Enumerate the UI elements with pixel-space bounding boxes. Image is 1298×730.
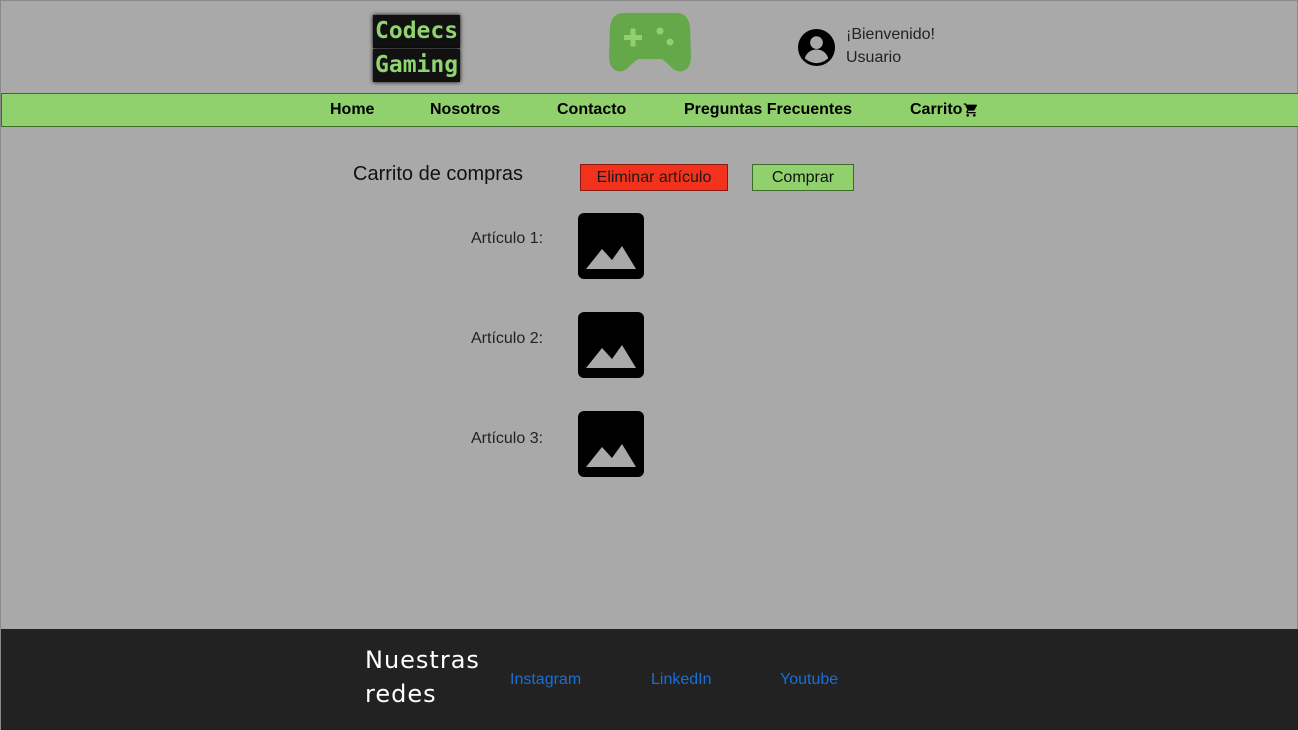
nav-contacto[interactable]: Contacto <box>557 101 626 119</box>
logo-line-1: Codecs <box>373 15 461 48</box>
site-logo[interactable]: Codecs Gaming <box>373 15 461 83</box>
gamepad-icon <box>609 13 691 72</box>
cart-title: Carrito de compras <box>353 163 524 185</box>
logo-line-2: Gaming <box>373 49 461 82</box>
footer-title-line-2: redes <box>365 680 437 708</box>
cart-item-label-2: Artículo 2: <box>471 330 544 347</box>
nav-cart[interactable]: Carrito <box>910 101 979 119</box>
image-icon[interactable] <box>578 411 644 477</box>
header: Codecs Gaming ¡Bienvenido! Usuario <box>1 1 1298 93</box>
image-icon[interactable] <box>578 312 644 378</box>
footer-title: Nuestras redes <box>365 643 480 711</box>
linkedin-link[interactable]: LinkedIn <box>651 671 712 689</box>
nav-faq[interactable]: Preguntas Frecuentes <box>684 101 852 119</box>
cart-icon <box>964 103 978 117</box>
welcome-username: Usuario <box>846 49 902 66</box>
nav-cart-label: Carrito <box>910 101 963 118</box>
footer: Nuestras redes Instagram LinkedIn Youtub… <box>1 629 1298 730</box>
nav-home[interactable]: Home <box>330 101 374 119</box>
image-icon[interactable] <box>578 213 644 279</box>
welcome-greeting: ¡Bienvenido! <box>846 26 935 43</box>
cart-item-label-1: Artículo 1: <box>471 230 544 247</box>
buy-button[interactable]: Comprar <box>752 164 854 191</box>
youtube-link[interactable]: Youtube <box>780 671 838 689</box>
welcome-text: ¡Bienvenido! Usuario <box>846 23 935 69</box>
cart-item-label-3: Artículo 3: <box>471 430 544 447</box>
main-nav: Home Nosotros Contacto Preguntas Frecuen… <box>1 93 1298 127</box>
footer-title-line-1: Nuestras <box>365 646 480 674</box>
instagram-link[interactable]: Instagram <box>510 671 581 689</box>
nav-nosotros[interactable]: Nosotros <box>430 101 500 119</box>
account-circle-icon[interactable] <box>797 28 836 67</box>
delete-item-button[interactable]: Eliminar artículo <box>580 164 728 191</box>
